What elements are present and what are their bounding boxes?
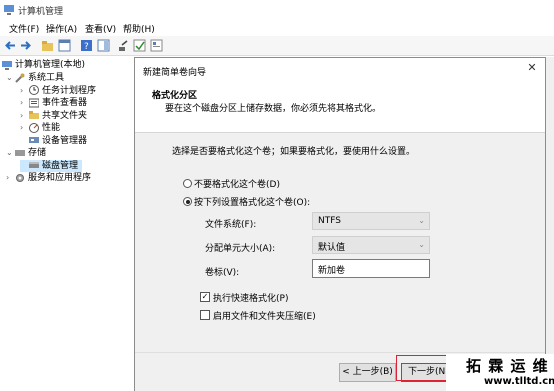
close-icon[interactable]: ✕ bbox=[525, 61, 539, 75]
tree-item-label: 性能 bbox=[42, 123, 61, 133]
dialog-title: 新建简单卷向导 bbox=[143, 68, 207, 78]
radio-format[interactable] bbox=[183, 197, 192, 206]
menu-view[interactable]: 查看(V) bbox=[85, 22, 116, 35]
tree-services-label: 服务和应用程序 bbox=[28, 173, 92, 183]
view-icon[interactable] bbox=[150, 39, 163, 52]
tree-storage[interactable]: ⌄ 存储 bbox=[6, 147, 46, 160]
expand-icon[interactable]: › bbox=[20, 97, 29, 110]
allocation-unit-value: 默认值 bbox=[318, 243, 346, 253]
volume-label-input[interactable]: 新加卷 bbox=[312, 259, 430, 278]
expand-icon[interactable]: › bbox=[20, 122, 29, 135]
back-icon[interactable] bbox=[4, 39, 17, 52]
properties-icon[interactable] bbox=[58, 39, 71, 52]
format-question: 选择是否要格式化这个卷；如果要格式化，要使用什么设置。 bbox=[172, 147, 416, 157]
title-bar: 计算机管理 bbox=[0, 0, 554, 20]
performance-icon bbox=[29, 122, 39, 133]
computer-icon bbox=[2, 60, 12, 70]
tree-storage-label: 存储 bbox=[28, 148, 47, 158]
quick-format-label[interactable]: 执行快速格式化(P) bbox=[213, 291, 288, 304]
menu-bar: 文件(F) 操作(A) 查看(V) 帮助(H) bbox=[0, 20, 554, 36]
section-subtitle: 要在这个磁盘分区上储存数据，你必须先将其格式化。 bbox=[165, 104, 382, 114]
watermark-title: 拓 霖 运 维 bbox=[466, 357, 549, 375]
menu-action[interactable]: 操作(A) bbox=[46, 22, 77, 35]
back-button[interactable]: < 上一步(B) bbox=[339, 363, 396, 382]
menu-file[interactable]: 文件(F) bbox=[9, 22, 39, 35]
tree-services-apps[interactable]: › 服务和应用程序 bbox=[6, 172, 91, 185]
tree-item-shared-folders[interactable]: › 共享文件夹 bbox=[20, 110, 87, 123]
file-system-label: 文件系统(F): bbox=[205, 220, 257, 230]
svg-text:?: ? bbox=[84, 42, 89, 52]
file-system-select[interactable]: NTFS ⌄ bbox=[312, 212, 430, 230]
tools-icon bbox=[15, 73, 25, 83]
watermark-url: www.tlltd.cn bbox=[484, 376, 554, 387]
quick-format-checkbox[interactable]: ✓ bbox=[200, 292, 210, 302]
radio-no-format-label[interactable]: 不要格式化这个卷(D) bbox=[194, 177, 280, 190]
disk-management-icon bbox=[29, 162, 39, 168]
collapse-icon[interactable]: ⌄ bbox=[6, 72, 15, 85]
help-icon[interactable]: ? bbox=[80, 39, 93, 52]
shared-folder-icon bbox=[29, 111, 39, 119]
tree-root[interactable]: 计算机管理(本地) bbox=[2, 59, 85, 72]
folder-up-icon[interactable] bbox=[41, 39, 54, 52]
check-icon[interactable] bbox=[133, 39, 146, 52]
event-viewer-icon bbox=[29, 98, 39, 107]
show-hide-icon[interactable] bbox=[97, 39, 110, 52]
compression-checkbox[interactable] bbox=[200, 310, 210, 320]
tree-item-disk-management[interactable]: 磁盘管理 bbox=[20, 159, 83, 172]
computer-management-icon bbox=[4, 5, 14, 15]
tree-item-task-scheduler[interactable]: › 任务计划程序 bbox=[20, 85, 96, 98]
chevron-down-icon: ⌄ bbox=[418, 240, 425, 249]
right-pane-edge bbox=[546, 57, 554, 391]
new-simple-volume-wizard: 新建简单卷向导 ✕ 格式化分区 要在这个磁盘分区上储存数据，你必须先将其格式化。… bbox=[134, 57, 546, 391]
console-tree: 计算机管理(本地) ⌄ 系统工具 › 任务计划程序 › 事件查看器 › 共享文件夹 › 性… bbox=[0, 57, 133, 391]
expand-icon[interactable]: › bbox=[20, 110, 29, 123]
tree-item-label: 任务计划程序 bbox=[42, 85, 97, 96]
window-title: 计算机管理 bbox=[18, 7, 64, 17]
expand-icon[interactable]: › bbox=[20, 85, 29, 98]
highlight-box bbox=[396, 355, 452, 381]
tree-item-label: 磁盘管理 bbox=[42, 160, 79, 171]
watermark: 拓 霖 运 维 www.tlltd.cn bbox=[446, 354, 554, 391]
tree-system-tools[interactable]: ⌄ 系统工具 bbox=[6, 72, 64, 85]
forward-icon[interactable] bbox=[19, 39, 32, 52]
volume-label-value: 新加卷 bbox=[318, 266, 346, 276]
export-icon[interactable] bbox=[117, 39, 130, 52]
toolbar: ? bbox=[0, 36, 554, 56]
menu-help[interactable]: 帮助(H) bbox=[123, 22, 155, 35]
compression-label[interactable]: 启用文件和文件夹压缩(E) bbox=[213, 309, 316, 322]
tree-system-tools-label: 系统工具 bbox=[28, 73, 65, 83]
device-manager-icon bbox=[29, 137, 39, 143]
tree-root-label: 计算机管理(本地) bbox=[15, 60, 86, 70]
allocation-unit-select[interactable]: 默认值 ⌄ bbox=[312, 236, 430, 254]
volume-label-label: 卷标(V): bbox=[205, 268, 240, 278]
chevron-down-icon: ⌄ bbox=[418, 216, 425, 225]
tree-item-label: 设备管理器 bbox=[42, 135, 88, 146]
services-icon bbox=[16, 173, 24, 182]
radio-format-label[interactable]: 按下列设置格式化这个卷(O): bbox=[194, 195, 310, 208]
tree-item-label: 共享文件夹 bbox=[42, 110, 88, 121]
allocation-unit-label: 分配单元大小(A): bbox=[205, 244, 276, 254]
radio-no-format[interactable] bbox=[183, 179, 192, 188]
file-system-value: NTFS bbox=[318, 216, 341, 226]
expand-icon[interactable]: › bbox=[6, 172, 15, 185]
tree-item-device-manager[interactable]: 设备管理器 bbox=[29, 135, 87, 148]
clock-icon bbox=[29, 85, 39, 95]
wizard-header: 新建简单卷向导 ✕ 格式化分区 要在这个磁盘分区上储存数据，你必须先将其格式化。 bbox=[135, 58, 545, 133]
tree-item-performance[interactable]: › 性能 bbox=[20, 122, 60, 135]
storage-icon bbox=[15, 149, 25, 156]
collapse-icon[interactable]: ⌄ bbox=[6, 147, 15, 160]
section-title: 格式化分区 bbox=[152, 91, 198, 101]
tree-item-label: 事件查看器 bbox=[42, 98, 88, 108]
tree-item-event-viewer[interactable]: › 事件查看器 bbox=[20, 97, 87, 110]
